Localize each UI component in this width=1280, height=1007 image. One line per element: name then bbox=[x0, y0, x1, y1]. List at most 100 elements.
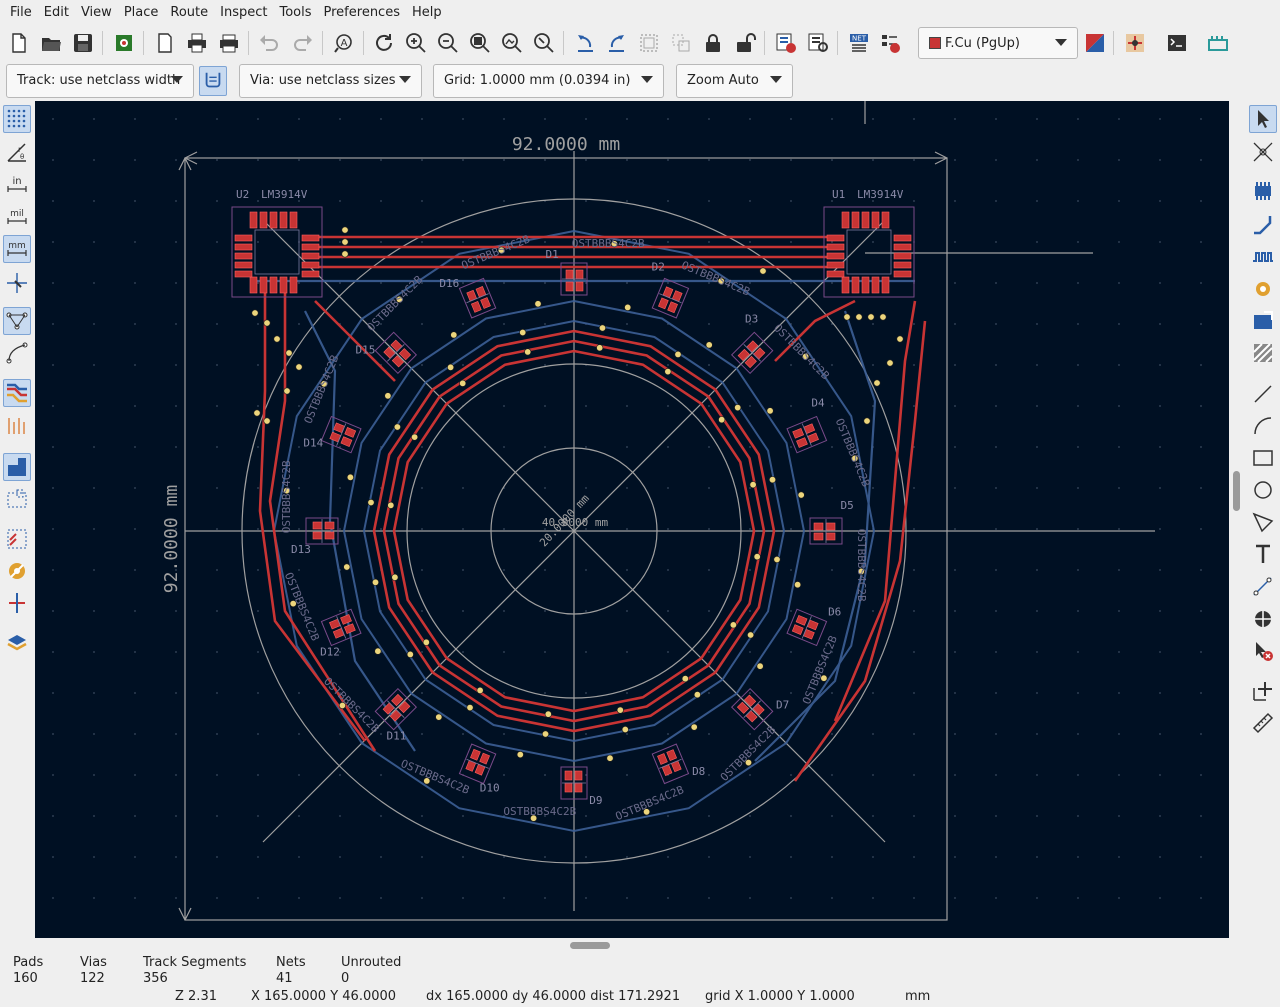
led-pad bbox=[565, 281, 574, 292]
drc-icon[interactable] bbox=[878, 30, 904, 56]
curved-ratsnest-icon[interactable] bbox=[3, 339, 31, 367]
ratsnest-icon[interactable] bbox=[3, 307, 31, 335]
ic-pad bbox=[301, 261, 320, 269]
page-settings-icon[interactable] bbox=[152, 30, 178, 56]
layers-manager-icon[interactable] bbox=[3, 629, 31, 657]
find-icon[interactable]: A bbox=[331, 30, 357, 56]
menu-inspect[interactable]: Inspect bbox=[214, 0, 273, 25]
draw-rectangle-icon[interactable] bbox=[1249, 444, 1277, 472]
plot-icon[interactable] bbox=[216, 30, 242, 56]
open-board-icon[interactable] bbox=[38, 30, 64, 56]
new-board-icon[interactable] bbox=[6, 30, 32, 56]
grid-toggle-icon[interactable] bbox=[3, 105, 31, 133]
add-zone-icon[interactable] bbox=[1249, 307, 1277, 335]
measure-tool-icon[interactable] bbox=[1249, 709, 1277, 737]
ic-pad bbox=[301, 243, 320, 251]
rotate-ccw-icon[interactable] bbox=[572, 30, 598, 56]
zoom-objects-icon[interactable] bbox=[499, 30, 525, 56]
group-icon[interactable] bbox=[636, 30, 662, 56]
zoom-select[interactable]: Zoom Auto bbox=[676, 64, 793, 98]
via-size-select[interactable]: Via: use netclass sizes bbox=[239, 64, 422, 98]
select-arrow-icon[interactable] bbox=[1249, 105, 1277, 133]
grid-origin-icon[interactable] bbox=[1249, 677, 1277, 705]
show-pads-icon[interactable] bbox=[3, 453, 31, 481]
draw-circle-icon[interactable] bbox=[1249, 476, 1277, 504]
add-via-icon[interactable] bbox=[1249, 275, 1277, 303]
chevron-down-icon bbox=[770, 76, 782, 83]
add-text-icon[interactable] bbox=[1249, 540, 1277, 568]
print-icon[interactable] bbox=[184, 30, 210, 56]
polar-coords-icon[interactable]: rθ bbox=[3, 138, 31, 166]
mm-units-icon[interactable]: mm bbox=[3, 235, 31, 263]
draw-arc-icon[interactable] bbox=[1249, 412, 1277, 440]
save-icon[interactable] bbox=[70, 30, 96, 56]
led-reference: D16 bbox=[439, 277, 459, 290]
via bbox=[384, 392, 392, 400]
layer-pair-icon[interactable] bbox=[1082, 30, 1108, 56]
lock-icon[interactable] bbox=[700, 30, 726, 56]
vertical-scrollbar[interactable] bbox=[1229, 101, 1245, 938]
refresh-icon[interactable] bbox=[371, 30, 397, 56]
footprint-browser-icon[interactable] bbox=[805, 30, 831, 56]
horizontal-scroll-thumb[interactable] bbox=[570, 942, 610, 949]
route-track-icon[interactable] bbox=[1249, 211, 1277, 239]
zoom-fit-icon[interactable] bbox=[467, 30, 493, 56]
menu-file[interactable]: File bbox=[4, 0, 38, 25]
redo-icon[interactable] bbox=[290, 30, 316, 56]
zoom-selection-icon[interactable] bbox=[531, 30, 557, 56]
zoom-out-icon[interactable] bbox=[435, 30, 461, 56]
rotate-cw-icon[interactable] bbox=[604, 30, 630, 56]
draw-line-icon[interactable] bbox=[1249, 380, 1277, 408]
track-clearance-icon[interactable] bbox=[3, 589, 31, 617]
keepout-zone-icon[interactable] bbox=[1249, 339, 1277, 367]
ungroup-icon[interactable] bbox=[668, 30, 694, 56]
via bbox=[435, 713, 443, 721]
undo-icon[interactable] bbox=[256, 30, 282, 56]
scripting-icon[interactable] bbox=[1122, 30, 1148, 56]
add-dimension-icon[interactable] bbox=[1249, 573, 1277, 601]
layer-selector[interactable]: F.Cu (PgUp) bbox=[918, 27, 1078, 59]
show-tracks-icon[interactable] bbox=[3, 525, 31, 553]
netlist-icon[interactable]: NET bbox=[846, 30, 872, 56]
menu-route[interactable]: Route bbox=[164, 0, 214, 25]
cursor-crosshair-icon[interactable] bbox=[3, 269, 31, 297]
unlock-icon[interactable] bbox=[732, 30, 758, 56]
ic-pad bbox=[861, 211, 870, 229]
add-footprint-icon[interactable] bbox=[1249, 177, 1277, 205]
tune-length-icon[interactable] bbox=[1249, 243, 1277, 271]
via bbox=[624, 303, 632, 311]
menu-tools[interactable]: Tools bbox=[273, 0, 317, 25]
horizontal-scrollbar[interactable] bbox=[35, 938, 1229, 953]
options-toolbar: Track: use netclass width Via: use netcl… bbox=[0, 62, 1280, 101]
vertical-scroll-thumb[interactable] bbox=[1233, 471, 1240, 511]
pcb-canvas[interactable]: 92.0000 mm 92.0000 mm 40.0000 mm 20.0000… bbox=[35, 101, 1229, 938]
via bbox=[367, 498, 375, 506]
menu-view[interactable]: View bbox=[75, 0, 118, 25]
contrast-mode-icon[interactable] bbox=[3, 412, 31, 440]
menu-place[interactable]: Place bbox=[118, 0, 165, 25]
track-width-select[interactable]: Track: use netclass width bbox=[6, 64, 194, 98]
menu-preferences[interactable]: Preferences bbox=[318, 0, 406, 25]
board-setup-icon[interactable] bbox=[111, 30, 137, 56]
local-ratsnest-icon[interactable] bbox=[1249, 138, 1277, 166]
u2-value: LM3914V bbox=[261, 188, 308, 201]
draw-polygon-icon[interactable] bbox=[1249, 508, 1277, 536]
menu-help[interactable]: Help bbox=[406, 0, 448, 25]
menu-edit[interactable]: Edit bbox=[38, 0, 75, 25]
inch-units-icon[interactable]: in bbox=[3, 171, 31, 199]
console-icon[interactable] bbox=[1164, 30, 1190, 56]
auto-track-width-toggle[interactable] bbox=[199, 66, 227, 96]
grid-select[interactable]: Grid: 1.0000 mm (0.0394 in) bbox=[433, 64, 664, 98]
via bbox=[283, 387, 291, 395]
via bbox=[285, 349, 293, 357]
vias-mode-icon[interactable] bbox=[3, 557, 31, 585]
update-pcb-icon[interactable] bbox=[773, 30, 799, 56]
highlight-net-icon[interactable] bbox=[3, 379, 31, 407]
outline-mode-icon[interactable] bbox=[3, 485, 31, 513]
plugin-icon[interactable] bbox=[1205, 30, 1231, 56]
set-origin-icon[interactable] bbox=[1249, 605, 1277, 633]
zoom-in-icon[interactable] bbox=[403, 30, 429, 56]
mil-units-icon[interactable]: mil bbox=[3, 203, 31, 231]
via bbox=[524, 348, 532, 356]
delete-tool-icon[interactable] bbox=[1249, 637, 1277, 665]
